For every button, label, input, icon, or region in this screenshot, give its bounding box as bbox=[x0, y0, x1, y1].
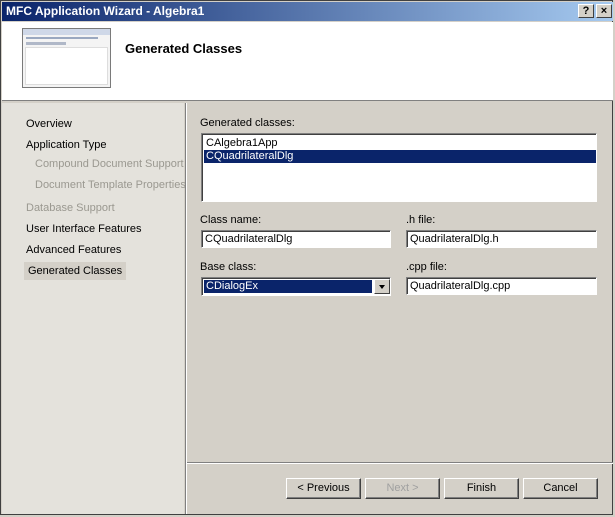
wizard-sidebar: Overview Application Type Compound Docum… bbox=[2, 103, 186, 514]
list-item-calgebra1app[interactable]: CAlgebra1App bbox=[204, 137, 596, 150]
h-file-input[interactable]: QuadrilateralDlg.h bbox=[406, 230, 597, 248]
footer-divider bbox=[187, 462, 613, 464]
generated-classes-list[interactable]: CAlgebra1App CQuadrilateralDlg bbox=[201, 133, 597, 202]
finish-button[interactable]: Finish bbox=[444, 478, 519, 499]
sidebar-item-user-interface-features[interactable]: User Interface Features bbox=[26, 223, 142, 235]
page-title: Generated Classes bbox=[125, 41, 243, 56]
class-name-label: Class name: bbox=[200, 214, 262, 226]
sidebar-item-document-template-properties: Document Template Properties bbox=[35, 179, 186, 191]
title-bar[interactable]: MFC Application Wizard - Algebra1 ? × bbox=[2, 2, 613, 21]
sidebar-item-database-support: Database Support bbox=[26, 202, 115, 214]
class-name-input[interactable]: CQuadrilateralDlg bbox=[201, 230, 391, 248]
wizard-window: MFC Application Wizard - Algebra1 ? × Ge… bbox=[0, 0, 613, 515]
base-class-dropdown[interactable]: CDialogEx bbox=[201, 277, 391, 296]
window-title: MFC Application Wizard - Algebra1 bbox=[6, 4, 205, 18]
base-class-selected-value: CDialogEx bbox=[204, 280, 372, 293]
wizard-preview-image bbox=[22, 28, 111, 88]
cancel-button[interactable]: Cancel bbox=[523, 478, 598, 499]
chevron-down-icon[interactable] bbox=[374, 279, 390, 294]
list-item-cquadrilateraldlg[interactable]: CQuadrilateralDlg bbox=[204, 150, 596, 163]
base-class-label: Base class: bbox=[200, 261, 257, 273]
wizard-header: Generated Classes bbox=[2, 22, 613, 101]
previous-button[interactable]: < Previous bbox=[286, 478, 361, 499]
next-button[interactable]: Next > bbox=[365, 478, 440, 499]
close-button[interactable]: × bbox=[596, 4, 612, 18]
sidebar-item-advanced-features[interactable]: Advanced Features bbox=[26, 244, 121, 256]
sidebar-item-overview[interactable]: Overview bbox=[26, 118, 72, 130]
sidebar-item-generated-classes[interactable]: Generated Classes bbox=[24, 262, 127, 280]
vertical-divider bbox=[185, 103, 187, 514]
help-button[interactable]: ? bbox=[578, 4, 594, 18]
h-file-label: .h file: bbox=[406, 214, 436, 226]
cpp-file-label: .cpp file: bbox=[406, 261, 447, 273]
sidebar-item-application-type[interactable]: Application Type bbox=[26, 139, 107, 151]
generated-classes-label: Generated classes: bbox=[200, 117, 295, 129]
cpp-file-input[interactable]: QuadrilateralDlg.cpp bbox=[406, 277, 597, 295]
sidebar-item-compound-document-support: Compound Document Support bbox=[35, 158, 184, 170]
